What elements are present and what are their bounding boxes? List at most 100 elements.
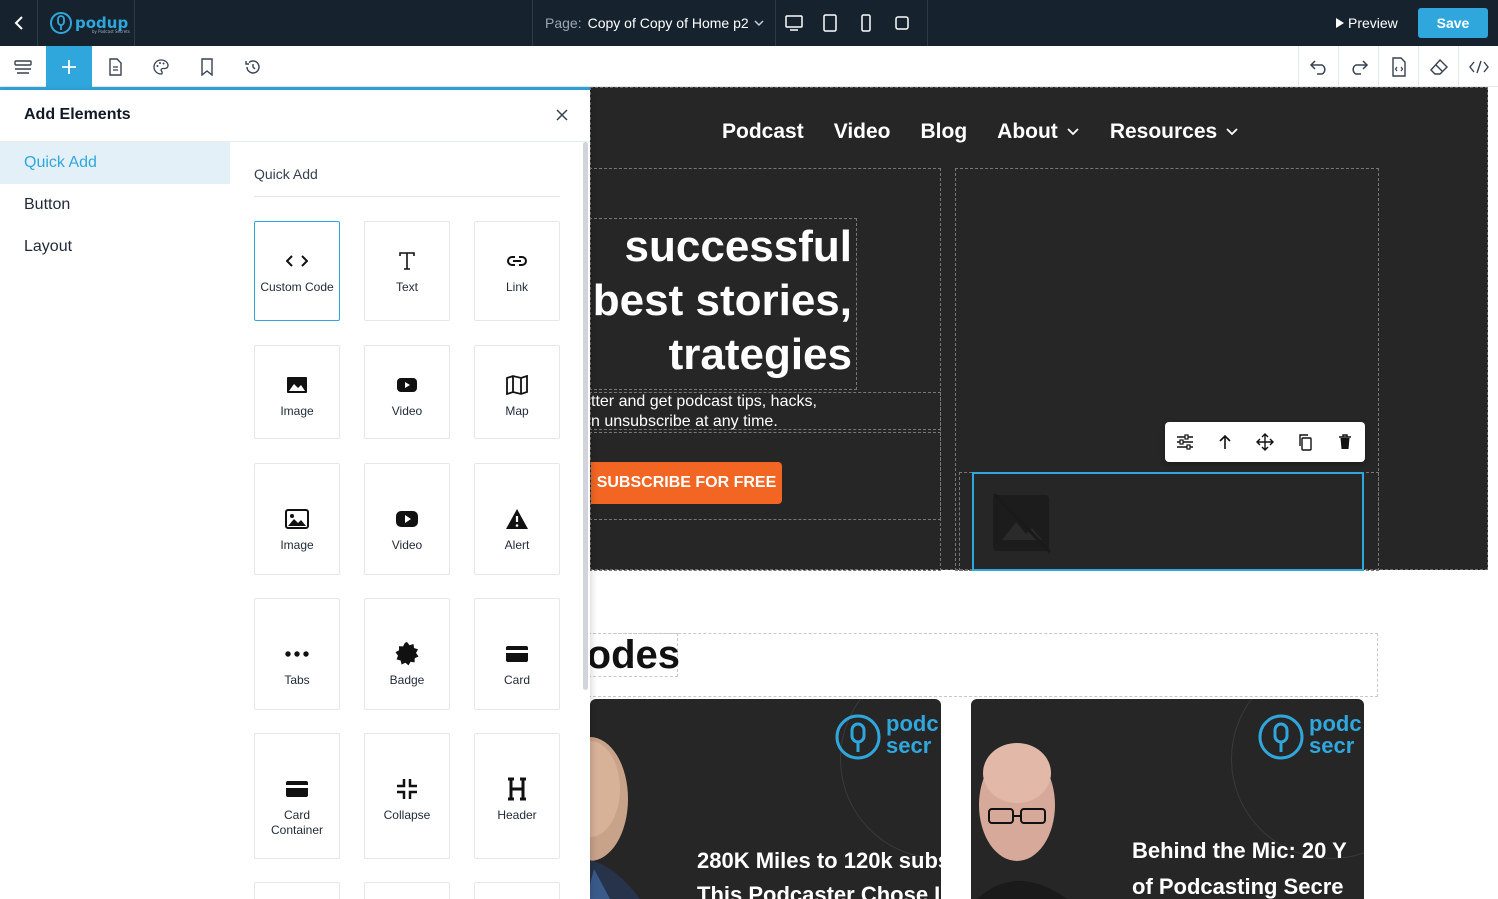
page-canvas: Podcast Video Blog About Resources succe…: [590, 87, 1498, 899]
arrow-up-icon: [1219, 434, 1231, 449]
nav-item-blog[interactable]: Blog: [921, 120, 968, 144]
bookmark-icon: [201, 57, 213, 76]
element-image[interactable]: Image: [254, 345, 340, 439]
card-brand-text: podc secr: [1309, 711, 1362, 758]
element-card-container[interactable]: Card Container: [254, 733, 340, 859]
code-view-button[interactable]: [1458, 46, 1498, 87]
element-label: Tabs: [284, 673, 310, 687]
save-button[interactable]: Save: [1418, 8, 1488, 38]
episode-card-2[interactable]: podc secr Behind the Mic: 20 Y of Podcast…: [971, 699, 1364, 899]
desktop-view-button[interactable]: [776, 0, 812, 46]
eraser-icon: [1429, 58, 1448, 75]
eraser-button[interactable]: [1418, 46, 1458, 87]
tablet-view-button[interactable]: [812, 0, 848, 46]
chevron-down-icon: [1226, 128, 1238, 136]
preview-button[interactable]: Preview: [1330, 10, 1398, 36]
card-title-line-2: This Podcaster Chose L: [697, 882, 941, 899]
card-brand: podc secr: [834, 713, 939, 761]
element-label: Card Container: [270, 808, 324, 837]
nav-item-resources[interactable]: Resources: [1110, 120, 1239, 144]
selected-image-element[interactable]: [972, 472, 1364, 571]
element-header[interactable]: Header: [474, 733, 560, 859]
subscribe-button[interactable]: SUBSCRIBE FOR FREE: [591, 462, 782, 504]
nav-item-podcast[interactable]: Podcast: [722, 120, 804, 144]
video-icon: [397, 378, 417, 392]
category-quick-add[interactable]: Quick Add: [0, 142, 230, 184]
episode-card-1[interactable]: podc secr 280K Miles to 120k subs This Po…: [590, 699, 941, 899]
element-image-2[interactable]: Image: [254, 463, 340, 575]
category-layout[interactable]: Layout: [0, 226, 230, 268]
add-elements-button[interactable]: [46, 46, 92, 87]
badge-icon: [395, 642, 419, 666]
element-label: Alert: [504, 538, 530, 552]
code-file-button[interactable]: [1378, 46, 1418, 87]
nav-item-about[interactable]: About: [997, 120, 1080, 144]
code-icon: [286, 255, 308, 267]
subtext-line-1: tter and get podcast tips, hacks,: [591, 393, 817, 410]
nav-item-video[interactable]: Video: [834, 120, 891, 144]
plus-icon: [62, 59, 76, 74]
tabs-icon: [285, 651, 309, 657]
element-map[interactable]: Map: [474, 345, 560, 439]
link-icon: [507, 256, 527, 266]
element-alert[interactable]: Alert: [474, 463, 560, 575]
element-custom-code[interactable]: Custom Code: [254, 221, 340, 321]
element-settings-button[interactable]: [1170, 427, 1200, 457]
code-icon: [1468, 60, 1489, 73]
element-text[interactable]: Text: [364, 221, 450, 321]
page-label: Page:: [545, 15, 582, 31]
redo-button[interactable]: [1338, 46, 1378, 87]
image-icon: [287, 377, 307, 393]
element-label: Video: [391, 404, 423, 418]
copy-icon: [1299, 434, 1312, 451]
microphone-logo-icon: [50, 12, 72, 34]
hero-section[interactable]: Podcast Video Blog About Resources succe…: [590, 87, 1488, 571]
close-panel-button[interactable]: [552, 105, 572, 125]
element-link[interactable]: Link: [474, 221, 560, 321]
preview-label: Preview: [1348, 15, 1398, 31]
back-button[interactable]: [0, 0, 38, 46]
move-up-button[interactable]: [1210, 427, 1240, 457]
hero-subtext: tter and get podcast tips, hacks, n unsu…: [591, 390, 931, 432]
mobile-view-button[interactable]: [848, 0, 884, 46]
chevron-left-icon: [14, 16, 23, 30]
chevron-down-icon: [1067, 128, 1079, 136]
element-badge[interactable]: Badge: [364, 598, 450, 710]
element-tile-partial[interactable]: [474, 882, 560, 899]
element-video-2[interactable]: Video: [364, 463, 450, 575]
element-card[interactable]: Card: [474, 598, 560, 710]
theme-button[interactable]: [138, 46, 184, 87]
page-selector[interactable]: Page: Copy of Copy of Home p2: [532, 0, 776, 46]
microphone-logo-icon: [1258, 714, 1304, 760]
duplicate-button[interactable]: [1290, 427, 1320, 457]
element-toolbar: [1165, 422, 1365, 462]
tablet-icon: [823, 14, 837, 32]
category-list: Quick Add Button Layout: [0, 142, 230, 268]
element-tile-partial[interactable]: [254, 882, 340, 899]
panel-header: Add Elements: [0, 90, 590, 142]
sliders-icon: [1177, 434, 1193, 450]
layers-button[interactable]: [0, 46, 46, 87]
card-icon: [506, 646, 528, 662]
pages-button[interactable]: [92, 46, 138, 87]
alert-icon: [506, 509, 528, 529]
delete-button[interactable]: [1330, 427, 1360, 457]
history-button[interactable]: [230, 46, 276, 87]
drag-handle[interactable]: [1250, 427, 1280, 457]
element-video[interactable]: Video: [364, 345, 450, 439]
palette-icon: [153, 58, 169, 75]
move-icon: [1256, 433, 1274, 451]
saved-sections-button[interactable]: [184, 46, 230, 87]
element-tile-partial[interactable]: [364, 882, 450, 899]
square-view-button[interactable]: [884, 0, 920, 46]
subtext-line-2: n unsubscribe at any time.: [591, 413, 778, 430]
microphone-logo-icon: [835, 714, 881, 760]
element-tabs[interactable]: Tabs: [254, 598, 340, 710]
category-button[interactable]: Button: [0, 184, 230, 226]
panel-scrollbar[interactable]: [583, 142, 588, 690]
undo-button[interactable]: [1298, 46, 1338, 87]
card-title-line-1: 280K Miles to 120k subs: [697, 848, 941, 873]
element-collapse[interactable]: Collapse: [364, 733, 450, 859]
element-label: Image: [280, 404, 314, 418]
episodes-row-guide: [590, 633, 1378, 697]
